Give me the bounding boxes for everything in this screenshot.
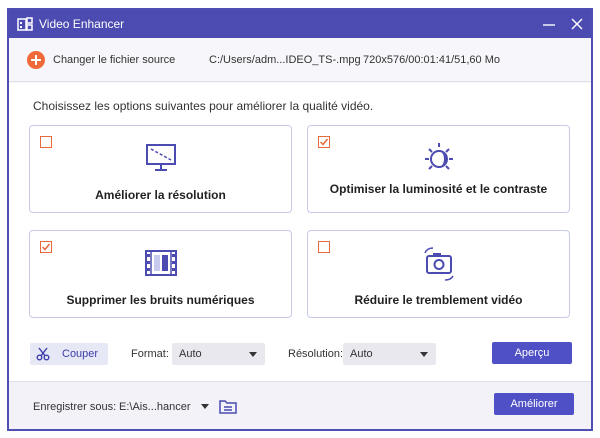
checkmark-icon (41, 243, 51, 251)
monitor-resolution-icon (145, 144, 176, 171)
chevron-down-icon (249, 352, 257, 357)
folder-icon[interactable] (219, 398, 237, 414)
source-bar: Changer le fichier source C:/Users/adm..… (9, 38, 591, 82)
format-label: Format: (131, 348, 169, 360)
video-enhancer-window: Video Enhancer Changer le fichier source… (7, 8, 593, 431)
instruction-text: Choisissez les options suivantes pour am… (33, 99, 374, 113)
window-title: Video Enhancer (39, 17, 125, 31)
option-card-brightness[interactable]: Optimiser la luminosité et le contraste (307, 125, 570, 213)
video-enhancer-app-icon (17, 17, 33, 31)
option-card-noise[interactable]: Supprimer les bruits numériques (29, 230, 292, 318)
option-card-shake[interactable]: Réduire le tremblement vidéo (307, 230, 570, 318)
controls-row: Couper Format: Auto Résolution: Auto Ape… (9, 337, 591, 373)
camera-shake-icon (423, 247, 454, 281)
checkbox-shake[interactable] (318, 241, 330, 253)
film-noise-icon (144, 250, 177, 276)
chevron-down-icon[interactable] (201, 404, 209, 409)
change-source-button[interactable]: Changer le fichier source (53, 54, 175, 66)
footer-bar: Enregistrer sous: E:\Ais...hancer Amélio… (9, 381, 591, 429)
format-value: Auto (179, 348, 202, 360)
format-select[interactable]: Auto (172, 343, 265, 365)
cut-label: Couper (62, 348, 99, 360)
checkbox-noise[interactable] (40, 241, 52, 253)
close-icon[interactable] (569, 16, 585, 32)
save-path[interactable]: E:\Ais...hancer (119, 401, 191, 413)
option-card-resolution[interactable]: Améliorer la résolution (29, 125, 292, 213)
scissors-icon (36, 347, 50, 361)
option-label-shake: Réduire le tremblement vidéo (354, 293, 523, 307)
resolution-value: Auto (350, 348, 373, 360)
preview-button[interactable]: Aperçu (492, 342, 572, 364)
checkbox-resolution[interactable] (40, 136, 52, 148)
checkbox-brightness[interactable] (318, 136, 330, 148)
option-label-noise: Supprimer les bruits numériques (66, 293, 255, 307)
minimize-icon[interactable] (541, 16, 557, 32)
chevron-down-icon (420, 352, 428, 357)
resolution-select[interactable]: Auto (343, 343, 436, 365)
save-as-label: Enregistrer sous: (33, 401, 117, 413)
brightness-icon (424, 143, 453, 170)
resolution-label: Résolution: (288, 348, 344, 360)
title-bar: Video Enhancer (9, 10, 591, 38)
option-label-brightness: Optimiser la luminosité et le contraste (329, 182, 548, 196)
source-file-info: 720x576/00:01:41/51,60 Mo (363, 54, 501, 66)
cut-button[interactable]: Couper (30, 343, 108, 365)
checkmark-icon (319, 138, 329, 146)
add-source-icon[interactable] (27, 51, 45, 69)
option-label-resolution: Améliorer la résolution (95, 188, 226, 202)
enhance-button[interactable]: Améliorer (494, 393, 574, 415)
source-file-path: C:/Users/adm...IDEO_TS-.mpg (209, 54, 361, 66)
options-panel: Choisissez les options suivantes pour am… (9, 83, 591, 381)
